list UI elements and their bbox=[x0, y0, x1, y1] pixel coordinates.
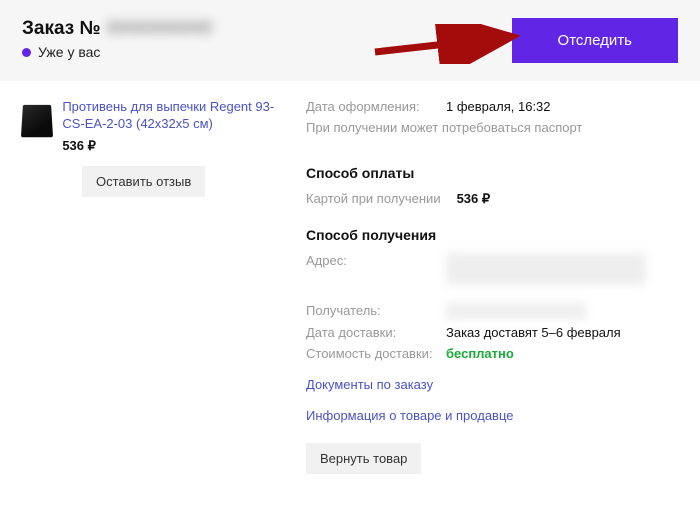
details-column: Дата оформления: 1 февраля, 16:32 При по… bbox=[306, 99, 678, 474]
address-value-redacted bbox=[446, 253, 646, 285]
status-dot-icon bbox=[22, 48, 31, 57]
product-name-link[interactable]: Противень для выпечки Regent 93-CS-EA-2-… bbox=[62, 99, 282, 133]
product-info: Противень для выпечки Regent 93-CS-EA-2-… bbox=[62, 99, 282, 154]
recipient-value-redacted bbox=[446, 303, 586, 319]
order-number: 0000000000 bbox=[107, 18, 213, 40]
payment-label: Картой при получении bbox=[306, 191, 441, 207]
documents-link[interactable]: Документы по заказу bbox=[306, 377, 678, 392]
delivery-date-value: Заказ доставят 5–6 февраля bbox=[446, 325, 621, 340]
product-image bbox=[21, 105, 53, 137]
delivery-date-label: Дата доставки: bbox=[306, 325, 436, 340]
product-column: Противень для выпечки Regent 93-CS-EA-2-… bbox=[22, 99, 282, 474]
order-status: Уже у вас bbox=[22, 44, 212, 60]
address-label: Адрес: bbox=[306, 253, 436, 285]
delivery-section-title: Способ получения bbox=[306, 227, 678, 243]
payment-section-title: Способ оплаты bbox=[306, 165, 678, 181]
delivery-cost-value: бесплатно bbox=[446, 346, 514, 361]
recipient-row: Получатель: bbox=[306, 303, 678, 319]
product-seller-info-link[interactable]: Информация о товаре и продавце bbox=[306, 408, 678, 423]
payment-row: Картой при получении 536 ₽ bbox=[306, 191, 678, 207]
delivery-date-row: Дата доставки: Заказ доставят 5–6 феврал… bbox=[306, 325, 678, 340]
order-header: Заказ № 0000000000 Уже у вас Отследить bbox=[0, 0, 700, 81]
status-text: Уже у вас bbox=[38, 44, 100, 60]
delivery-cost-label: Стоимость доставки: bbox=[306, 346, 436, 361]
product-row: Противень для выпечки Regent 93-CS-EA-2-… bbox=[22, 99, 282, 154]
track-button[interactable]: Отследить bbox=[512, 18, 678, 63]
order-date-value: 1 февраля, 16:32 bbox=[446, 99, 551, 114]
order-content: Противень для выпечки Regent 93-CS-EA-2-… bbox=[0, 81, 700, 492]
return-item-button[interactable]: Вернуть товар bbox=[306, 443, 421, 474]
payment-value: 536 ₽ bbox=[457, 191, 491, 207]
order-title: Заказ № 0000000000 bbox=[22, 18, 212, 40]
delivery-cost-row: Стоимость доставки: бесплатно bbox=[306, 346, 678, 361]
order-title-prefix: Заказ № bbox=[22, 18, 101, 40]
order-date-row: Дата оформления: 1 февраля, 16:32 bbox=[306, 99, 678, 114]
recipient-label: Получатель: bbox=[306, 303, 436, 319]
passport-note: При получении может потребоваться паспор… bbox=[306, 120, 678, 135]
header-left: Заказ № 0000000000 Уже у вас bbox=[22, 18, 212, 60]
order-date-label: Дата оформления: bbox=[306, 99, 436, 114]
address-row: Адрес: bbox=[306, 253, 678, 285]
leave-review-button[interactable]: Оставить отзыв bbox=[82, 166, 205, 197]
product-price: 536 ₽ bbox=[62, 138, 282, 154]
